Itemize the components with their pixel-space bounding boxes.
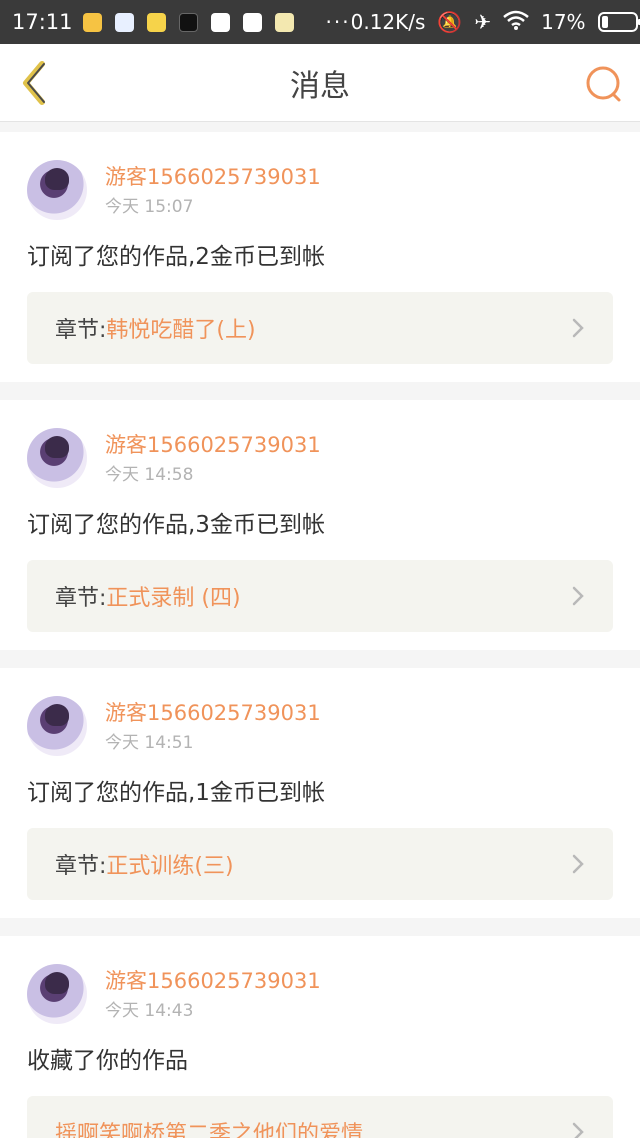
message-card: 游客1566025739031 今天 14:51 订阅了您的作品,1金币已到帐 … bbox=[0, 668, 640, 918]
chapter-title: 韩悦吃醋了(上) bbox=[106, 318, 256, 343]
app-notification-icon bbox=[114, 12, 134, 32]
video-app-icon bbox=[242, 12, 262, 32]
chapter-link[interactable]: 章节: 正式训练(三) bbox=[27, 828, 613, 900]
work-link[interactable]: 摇啊笑啊桥第二季之他们的爱情 bbox=[27, 1096, 613, 1138]
message-text: 订阅了您的作品,1金币已到帐 bbox=[27, 780, 325, 806]
battery-percent: 17% bbox=[541, 10, 586, 34]
username[interactable]: 游客1566025739031 bbox=[105, 698, 321, 728]
message-time: 今天 14:43 bbox=[105, 1001, 194, 1021]
play-store-icon bbox=[210, 12, 230, 32]
chapter-label: 章节: bbox=[55, 586, 107, 611]
work-title: 摇啊笑啊桥第二季之他们的爱情 bbox=[55, 1122, 364, 1138]
app-notification-icon bbox=[82, 12, 102, 32]
message-card: 游客1566025739031 今天 14:58 订阅了您的作品,3金币已到帐 … bbox=[0, 400, 640, 650]
message-text: 收藏了你的作品 bbox=[27, 1048, 188, 1074]
avatar[interactable] bbox=[27, 696, 87, 756]
airplane-icon: ✈ bbox=[474, 10, 492, 34]
message-time: 今天 14:58 bbox=[105, 465, 194, 485]
username[interactable]: 游客1566025739031 bbox=[105, 430, 321, 460]
username[interactable]: 游客1566025739031 bbox=[105, 162, 321, 192]
chapter-label: 章节: bbox=[55, 854, 107, 879]
chevron-right-icon bbox=[572, 854, 584, 874]
chevron-right-icon bbox=[572, 1122, 584, 1138]
chapter-link[interactable]: 章节: 正式录制 (四) bbox=[27, 560, 613, 632]
avatar[interactable] bbox=[27, 160, 87, 220]
message-card: 游客1566025739031 今天 15:07 订阅了您的作品,2金币已到帐 … bbox=[0, 132, 640, 382]
chapter-title: 正式录制 (四) bbox=[106, 586, 241, 611]
chapter-title: 正式训练(三) bbox=[106, 854, 234, 879]
more-notifications-icon: ··· bbox=[325, 10, 351, 34]
username[interactable]: 游客1566025739031 bbox=[105, 966, 321, 996]
message-text: 订阅了您的作品,2金币已到帐 bbox=[27, 244, 325, 270]
chevron-right-icon bbox=[572, 586, 584, 606]
net-speed: 0.12K/s bbox=[350, 10, 426, 34]
wifi-icon bbox=[503, 10, 529, 35]
message-text: 订阅了您的作品,3金币已到帐 bbox=[27, 512, 325, 538]
battery-icon bbox=[597, 12, 640, 32]
status-time: 17:11 bbox=[12, 10, 73, 34]
message-time: 今天 14:51 bbox=[105, 733, 194, 753]
avatar[interactable] bbox=[27, 964, 87, 1024]
weibo-icon bbox=[146, 12, 166, 32]
page-title: 消息 bbox=[290, 68, 350, 104]
chapter-link[interactable]: 章节: 韩悦吃醋了(上) bbox=[27, 292, 613, 364]
chevron-right-icon bbox=[572, 318, 584, 338]
avatar[interactable] bbox=[27, 428, 87, 488]
back-icon[interactable] bbox=[18, 60, 50, 106]
status-bar: 17:11 ··· 0.12K/s 🔕 ✈ 17% bbox=[0, 0, 640, 44]
app-notification-icon bbox=[274, 12, 294, 32]
message-list: 游客1566025739031 今天 15:07 订阅了您的作品,2金币已到帐 … bbox=[0, 122, 640, 1138]
mute-icon: 🔕 bbox=[437, 10, 463, 34]
message-card: 游客1566025739031 今天 14:43 收藏了你的作品 摇啊笑啊桥第二… bbox=[0, 936, 640, 1138]
nav-bar: 消息 bbox=[0, 44, 640, 122]
message-time: 今天 15:07 bbox=[105, 197, 194, 217]
tiktok-icon bbox=[178, 12, 198, 32]
notification-icons bbox=[82, 12, 294, 32]
chapter-label: 章节: bbox=[55, 318, 107, 343]
search-icon[interactable] bbox=[584, 64, 624, 104]
